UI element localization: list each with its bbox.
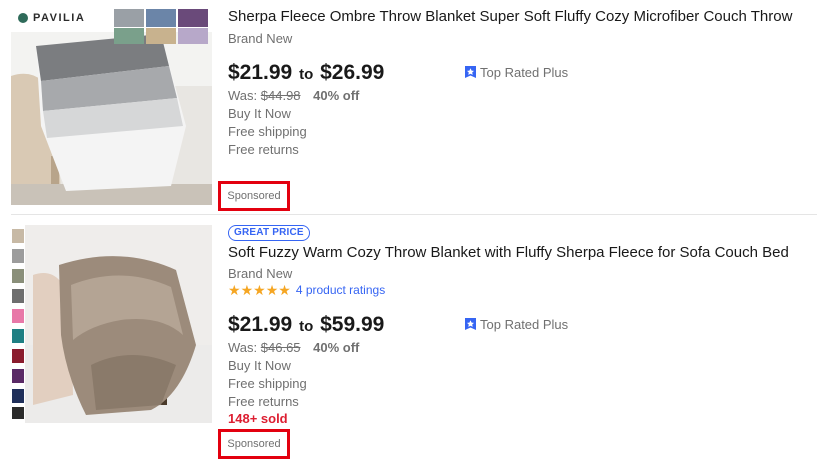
price-range: $21.99 to $26.99 bbox=[228, 61, 384, 85]
result-divider bbox=[11, 214, 817, 215]
buy-format: Buy It Now bbox=[228, 106, 291, 121]
was-price: $46.65 bbox=[260, 340, 301, 355]
star-icon: ★ bbox=[228, 282, 241, 298]
top-rated-badge-icon bbox=[465, 65, 476, 78]
star-icon: ★ bbox=[240, 282, 254, 298]
price-range: $21.99 to $59.99 bbox=[228, 313, 384, 337]
brand-logo: PAVILIA bbox=[33, 12, 86, 24]
top-rated-label: Top Rated Plus bbox=[480, 65, 569, 80]
was-label: Was: bbox=[228, 340, 258, 355]
great-price-badge: GREAT PRICE bbox=[228, 225, 310, 241]
price-separator: to bbox=[299, 66, 314, 83]
was-price: $44.98 bbox=[260, 88, 301, 103]
product-image[interactable]: PAVILIA bbox=[11, 6, 212, 205]
buy-format: Buy It Now bbox=[228, 358, 291, 373]
sponsored-label[interactable]: Sponsored bbox=[227, 438, 280, 450]
shipping-info: Free shipping bbox=[228, 124, 307, 139]
returns-info: Free returns bbox=[228, 394, 299, 409]
top-rated-plus: Top Rated Plus bbox=[464, 65, 568, 80]
top-rated-badge-icon bbox=[465, 317, 476, 330]
price-high: $59.99 bbox=[320, 313, 385, 336]
listing-title-link[interactable]: Sherpa Fleece Ombre Throw Blanket Super … bbox=[228, 8, 792, 25]
sponsored-label[interactable]: Sponsored bbox=[227, 190, 280, 202]
returns-info: Free returns bbox=[228, 142, 299, 157]
listing-title-link[interactable]: Soft Fuzzy Warm Cozy Throw Blanket with … bbox=[228, 244, 789, 261]
sponsored-highlight: Sponsored bbox=[218, 429, 290, 459]
top-rated-plus: Top Rated Plus bbox=[464, 317, 568, 332]
original-price: Was: $44.98 40% off bbox=[228, 88, 359, 103]
price-low: $21.99 bbox=[228, 313, 293, 336]
discount-percent: 40% off bbox=[313, 340, 360, 355]
item-condition: Brand New bbox=[228, 31, 293, 46]
top-rated-label: Top Rated Plus bbox=[480, 317, 569, 332]
search-result-item: PAVILIA Sherpa Fleece Ombre Throw Blanke… bbox=[0, 0, 828, 214]
star-icon: ★ bbox=[278, 282, 291, 298]
original-price: Was: $46.65 40% off bbox=[228, 340, 359, 355]
discount-percent: 40% off bbox=[313, 88, 360, 103]
product-rating[interactable]: ★ ★ ★ ★ ★ 4 product ratings bbox=[228, 283, 385, 297]
product-image[interactable] bbox=[11, 225, 212, 423]
search-result-item: GREAT PRICE Soft Fuzzy Warm Cozy Throw B… bbox=[0, 216, 828, 462]
price-separator: to bbox=[299, 318, 314, 335]
star-icon: ★ bbox=[253, 282, 266, 298]
sponsored-highlight: Sponsored bbox=[218, 181, 290, 211]
product-photo bbox=[11, 6, 212, 205]
price-high: $26.99 bbox=[320, 61, 385, 84]
product-photo bbox=[11, 225, 212, 423]
sold-count: 148+ sold bbox=[228, 411, 288, 426]
was-label: Was: bbox=[228, 88, 258, 103]
shipping-info: Free shipping bbox=[228, 376, 307, 391]
product-ratings-link[interactable]: 4 product ratings bbox=[296, 283, 385, 297]
price-low: $21.99 bbox=[228, 61, 293, 84]
star-icon: ★ bbox=[265, 282, 279, 298]
item-condition: Brand New bbox=[228, 266, 293, 281]
